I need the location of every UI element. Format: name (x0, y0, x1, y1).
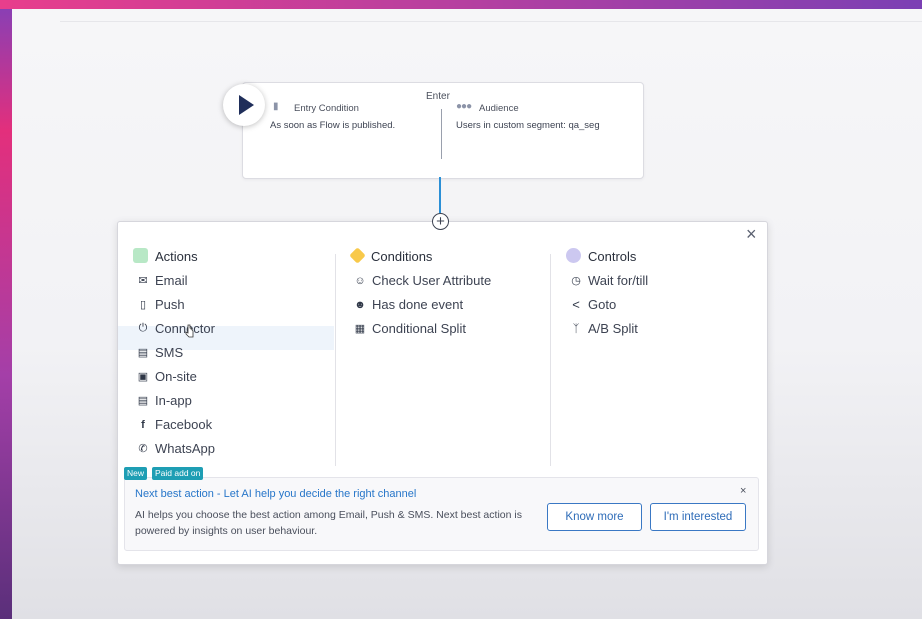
enter-label: Enter (426, 91, 450, 102)
entry-condition-desc: As soon as Flow is published. (270, 120, 396, 131)
action-label: On-site (155, 369, 197, 384)
banner-close-icon[interactable]: × (740, 485, 746, 497)
action-label: SMS (155, 345, 184, 360)
action-item-facebook[interactable]: f Facebook (136, 417, 212, 432)
facebook-icon: f (141, 418, 145, 431)
action-label: Facebook (155, 417, 213, 432)
controls-marker (566, 248, 581, 263)
mouse-cursor-icon (185, 324, 194, 338)
close-icon[interactable]: × (746, 225, 757, 243)
conditions-heading: Conditions (371, 249, 433, 264)
actions-heading: Actions (155, 249, 198, 264)
add-node-plus-icon[interactable]: + (432, 213, 449, 230)
mobile-icon: ▯ (139, 299, 147, 311)
action-item-push[interactable]: ▯ Push (136, 297, 185, 312)
entry-divider (441, 109, 442, 159)
paid-addon-badge: Paid add on (152, 467, 204, 480)
audience-title: Audience (479, 103, 519, 114)
new-badge: New (124, 467, 148, 480)
control-item-ab-split[interactable]: ᛉ A/B Split (569, 321, 638, 336)
controls-heading: Controls (588, 249, 637, 264)
clock-icon: ◷ (571, 275, 581, 287)
action-item-onsite[interactable]: ▣ On-site (136, 369, 197, 384)
control-label: A/B Split (588, 321, 638, 336)
condition-label: Has done event (372, 297, 464, 312)
top-gradient-bar (0, 0, 922, 9)
play-button[interactable] (223, 84, 265, 126)
actions-marker (133, 248, 148, 263)
user-icon: ☺ (354, 274, 366, 287)
play-icon (238, 95, 254, 115)
action-item-connector[interactable]: ⏻ Connector (136, 321, 215, 336)
plug-icon: ⏻ (138, 322, 148, 334)
control-item-goto[interactable]: < Goto (569, 297, 616, 312)
action-label: In-app (155, 393, 192, 408)
column-separator (335, 254, 336, 466)
audience-desc: Users in custom segment: qa_seg (456, 120, 600, 131)
banner-title: Next best action - Let AI help you decid… (135, 488, 417, 500)
left-gradient-strip (0, 9, 12, 619)
condition-item-conditional-split[interactable]: ▦ Conditional Split (353, 321, 466, 336)
im-interested-button[interactable]: I'm interested (650, 503, 746, 531)
chat-icon: ▤ (137, 347, 149, 359)
column-separator (550, 254, 551, 466)
flow-connector-line (439, 177, 441, 213)
audience-icon: ●●● (456, 101, 472, 112)
action-item-inapp[interactable]: ▤ In-app (136, 393, 192, 408)
action-label: WhatsApp (155, 441, 215, 456)
condition-label: Conditional Split (372, 321, 466, 336)
condition-label: Check User Attribute (372, 273, 492, 288)
action-item-whatsapp[interactable]: ✆ WhatsApp (136, 441, 215, 456)
condition-item-check-attribute[interactable]: ☺ Check User Attribute (353, 273, 491, 288)
action-item-email[interactable]: ✉ Email (136, 273, 188, 288)
branch-icon: ᛉ (572, 322, 580, 335)
envelope-icon: ✉ (138, 275, 148, 287)
control-item-wait[interactable]: ◷ Wait for/till (569, 273, 648, 288)
entry-condition-title: Entry Condition (294, 103, 359, 114)
banner-description: AI helps you choose the best action amon… (135, 509, 522, 537)
share-icon: < (572, 297, 580, 312)
browser-icon: ▣ (137, 371, 149, 383)
canvas-divider (60, 21, 922, 22)
phone-screen-icon: ▤ (137, 395, 149, 407)
split-grid-icon: ▦ (354, 323, 366, 335)
control-label: Wait for/till (588, 273, 649, 288)
condition-item-has-done-event[interactable]: ☻ Has done event (353, 297, 463, 312)
person-icon: ☻ (354, 298, 366, 311)
action-label: Push (155, 297, 185, 312)
entry-condition-icon: ▮ (273, 101, 279, 112)
whatsapp-icon: ✆ (138, 443, 148, 455)
action-item-sms[interactable]: ▤ SMS (136, 345, 183, 360)
know-more-button[interactable]: Know more (547, 503, 642, 531)
action-label: Email (155, 273, 188, 288)
control-label: Goto (588, 297, 617, 312)
